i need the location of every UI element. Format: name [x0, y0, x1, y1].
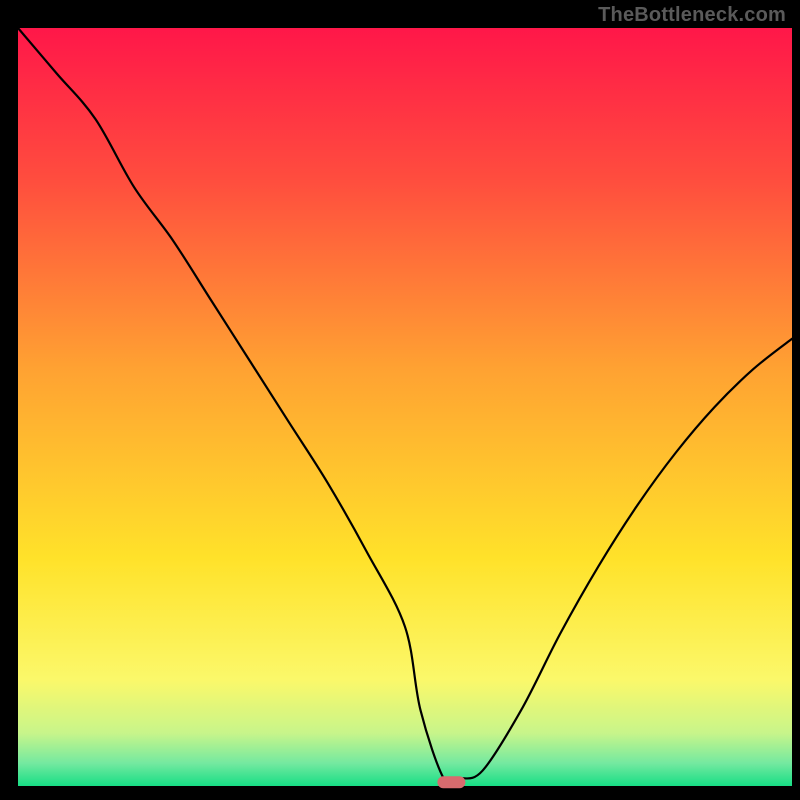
bottleneck-chart	[0, 0, 800, 800]
optimal-marker	[437, 776, 465, 788]
chart-frame: TheBottleneck.com	[0, 0, 800, 800]
gradient-background	[18, 28, 792, 786]
